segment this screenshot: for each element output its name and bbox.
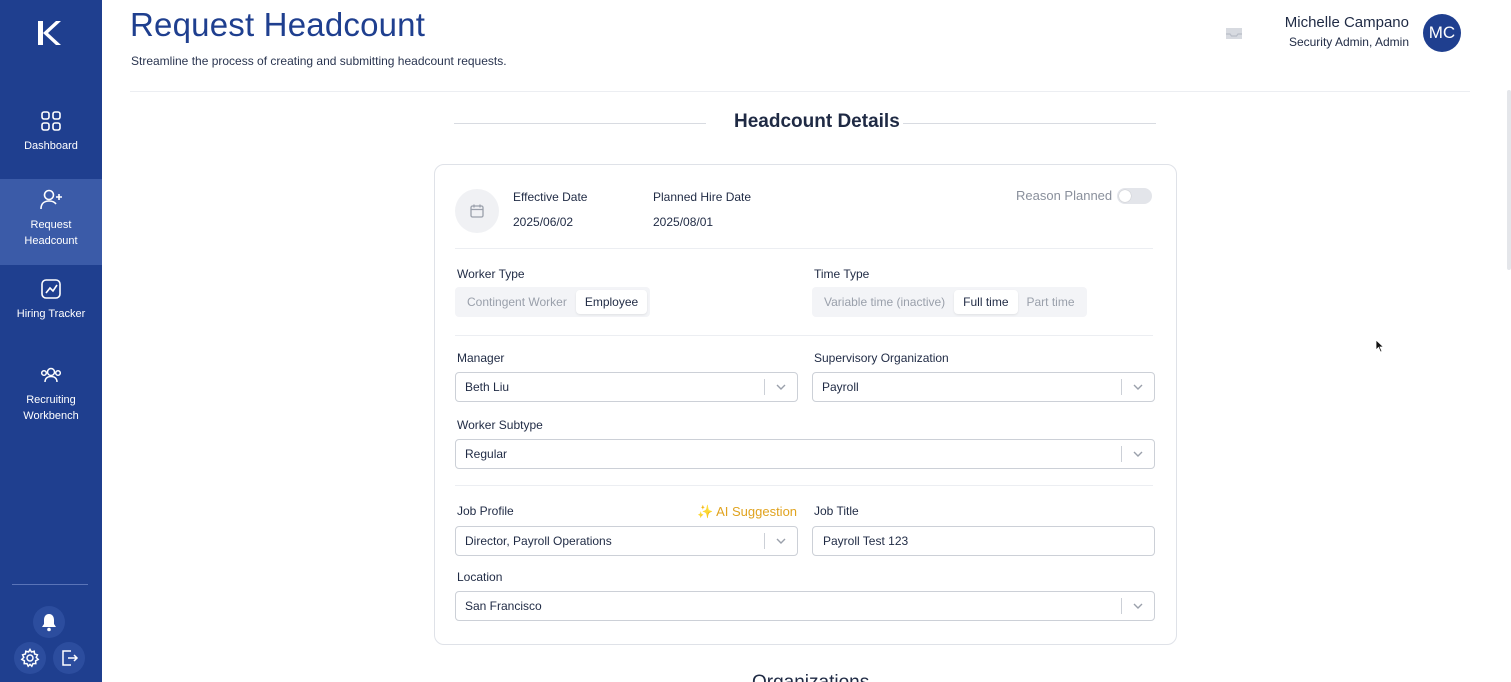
- manager-value: Beth Liu: [465, 380, 510, 394]
- job-profile-value: Director, Payroll Operations: [465, 534, 612, 548]
- worker-subtype-value: Regular: [465, 447, 508, 461]
- reason-planned-label: Reason Planned: [1016, 188, 1113, 203]
- user-plus-icon: [38, 187, 64, 213]
- user-role: Security Admin, Admin: [1288, 35, 1409, 49]
- chevron-down-icon: [1122, 603, 1154, 609]
- worker-type-contingent-option[interactable]: Contingent Worker: [458, 290, 576, 314]
- chevron-down-icon: [765, 538, 797, 544]
- supervisory-org-value: Payroll: [822, 380, 859, 394]
- people-icon: [38, 362, 64, 388]
- section-divider-left: [454, 123, 706, 124]
- reason-planned-toggle[interactable]: [1117, 188, 1152, 204]
- sidebar-item-dashboard[interactable]: Dashboard: [0, 108, 102, 160]
- chart-tracker-icon: [38, 276, 64, 302]
- card-divider: [455, 248, 1153, 249]
- inbox-icon[interactable]: [1224, 25, 1244, 41]
- page-subtitle: Streamline the process of creating and s…: [131, 54, 507, 68]
- location-select[interactable]: San Francisco: [455, 591, 1155, 621]
- logout-icon: [62, 650, 79, 666]
- job-title-input[interactable]: Payroll Test 123: [812, 526, 1155, 556]
- calendar-icon: [470, 204, 484, 218]
- sidebar-item-label: Request Headcount: [24, 219, 78, 247]
- supervisory-org-label: Supervisory Organization: [814, 351, 949, 365]
- card-divider: [455, 485, 1153, 486]
- app-logo[interactable]: [28, 14, 70, 52]
- user-name: Michelle Campano: [1284, 14, 1409, 31]
- supervisory-org-select[interactable]: Payroll: [812, 372, 1155, 402]
- planned-hire-date-value[interactable]: 2025/08/01: [653, 215, 713, 229]
- location-label: Location: [457, 570, 503, 584]
- worker-subtype-select[interactable]: Regular: [455, 439, 1155, 469]
- time-type-label: Time Type: [814, 267, 870, 281]
- grid-icon: [38, 108, 64, 134]
- sidebar: Dashboard Request Headcount Hiring Track…: [0, 0, 102, 682]
- scrollbar[interactable]: [1507, 90, 1511, 270]
- job-title-label: Job Title: [814, 504, 859, 518]
- job-profile-label: Job Profile: [457, 504, 514, 518]
- sidebar-item-label: Hiring Tracker: [16, 308, 86, 320]
- section-title: Headcount Details: [734, 111, 900, 132]
- settings-button[interactable]: [14, 642, 46, 674]
- planned-hire-date-label: Planned Hire Date: [653, 190, 752, 204]
- section-divider-right: [903, 123, 1156, 124]
- chevron-down-icon: [1122, 384, 1154, 390]
- sidebar-item-label: Recruiting Workbench: [23, 394, 79, 422]
- organizations-section-title: Organizations: [752, 672, 869, 682]
- time-type-part-time-option[interactable]: Part time: [1018, 290, 1084, 314]
- manager-label: Manager: [457, 351, 505, 365]
- sidebar-item-label: Dashboard: [24, 140, 78, 152]
- headcount-details-card: [434, 164, 1177, 645]
- worker-subtype-label: Worker Subtype: [457, 418, 543, 432]
- gear-icon: [20, 648, 40, 668]
- toggle-knob: [1119, 190, 1131, 202]
- sidebar-item-recruiting-workbench[interactable]: Recruiting Workbench: [0, 362, 102, 428]
- notifications-button[interactable]: [33, 606, 65, 638]
- date-picker-button[interactable]: [455, 189, 499, 233]
- location-value: San Francisco: [465, 599, 542, 613]
- card-divider: [455, 335, 1153, 336]
- logout-button[interactable]: [53, 642, 85, 674]
- page-title: Request Headcount: [130, 6, 426, 43]
- job-profile-select[interactable]: Director, Payroll Operations: [455, 526, 798, 556]
- sidebar-item-hiring-tracker[interactable]: Hiring Tracker: [0, 276, 102, 342]
- bell-icon: [42, 614, 56, 632]
- worker-type-employee-option[interactable]: Employee: [575, 290, 648, 314]
- worker-type-label: Worker Type: [457, 267, 525, 281]
- worker-type-segmented: Contingent Worker Employee: [455, 287, 651, 317]
- time-type-segmented: Variable time (inactive) Full time Part …: [812, 287, 1087, 317]
- mouse-cursor-icon: [1375, 339, 1385, 353]
- ai-suggestion-button[interactable]: ✨ AI Suggestion: [697, 504, 797, 520]
- sidebar-item-request-headcount[interactable]: Request Headcount: [0, 179, 102, 265]
- logo-k-icon: [38, 21, 61, 45]
- chevron-down-icon: [1122, 451, 1154, 457]
- manager-select[interactable]: Beth Liu: [455, 372, 798, 402]
- time-type-full-time-option[interactable]: Full time: [954, 290, 1018, 314]
- avatar[interactable]: MC: [1423, 14, 1461, 52]
- effective-date-label: Effective Date: [513, 190, 588, 204]
- time-type-variable-option[interactable]: Variable time (inactive): [815, 290, 954, 314]
- chevron-down-icon: [765, 384, 797, 390]
- effective-date-value[interactable]: 2025/06/02: [513, 215, 573, 229]
- header-divider: [130, 91, 1470, 92]
- sidebar-divider: [12, 584, 88, 585]
